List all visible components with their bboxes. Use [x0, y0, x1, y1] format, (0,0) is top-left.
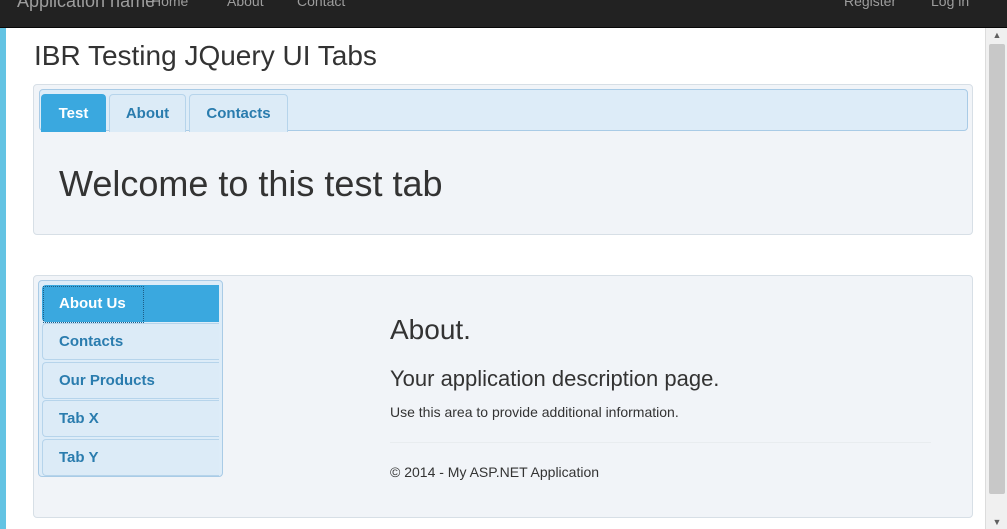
page-title: IBR Testing JQuery UI Tabs — [34, 40, 377, 71]
tab-panel-heading: Welcome to this test tab — [59, 163, 443, 204]
divider — [390, 442, 931, 443]
vtab-contacts[interactable]: Contacts — [42, 323, 219, 360]
nav-link-login[interactable]: Log in — [931, 0, 969, 9]
scroll-up-arrow-icon[interactable]: ▲ — [986, 28, 1007, 42]
nav-link-register[interactable]: Register — [844, 0, 896, 9]
footer-text: © 2014 - My ASP.NET Application — [390, 464, 600, 480]
top-navbar: Application name Home About Contact Regi… — [0, 0, 1007, 28]
vertical-scrollbar[interactable]: ▲ ▼ — [985, 28, 1007, 529]
horizontal-tabs-widget: Test About Contacts Welcome to this test… — [33, 84, 973, 235]
focus-outline — [43, 286, 144, 323]
vtab-label: Contacts — [59, 333, 124, 350]
scrollbar-thumb[interactable] — [989, 44, 1005, 494]
about-heading: About. — [390, 314, 471, 345]
window-frame-edge — [0, 0, 6, 529]
brand-link[interactable]: Application name — [17, 0, 155, 12]
tab-test[interactable]: Test — [41, 94, 106, 132]
vtab-label: Our Products — [59, 372, 155, 389]
about-subheading: Your application description page. — [390, 366, 720, 391]
vtab-about-us[interactable]: About Us — [42, 285, 219, 323]
vertical-tab-panel: About. Your application description page… — [390, 314, 934, 480]
vtab-tab-x[interactable]: Tab X — [42, 400, 219, 437]
vtab-tab-y[interactable]: Tab Y — [42, 439, 219, 476]
browser-viewport: Application name Home About Contact Regi… — [0, 0, 1007, 529]
tab-contacts[interactable]: Contacts — [189, 94, 288, 132]
vertical-tabs-widget: About Us Contacts Our Products Tab X Tab… — [33, 275, 973, 518]
tab-bar: Test About Contacts — [39, 89, 968, 132]
vertical-tab-list: About Us Contacts Our Products Tab X Tab… — [38, 280, 223, 477]
nav-link-home[interactable]: Home — [151, 0, 188, 9]
vtab-label: Tab Y — [59, 449, 99, 466]
tab-about[interactable]: About — [109, 94, 186, 132]
vtab-our-products[interactable]: Our Products — [42, 362, 219, 399]
nav-link-about[interactable]: About — [227, 0, 264, 9]
vtab-label: Tab X — [59, 410, 99, 427]
nav-link-contact[interactable]: Contact — [297, 0, 345, 9]
scroll-down-arrow-icon[interactable]: ▼ — [986, 515, 1007, 529]
about-paragraph: Use this area to provide additional info… — [390, 404, 679, 420]
